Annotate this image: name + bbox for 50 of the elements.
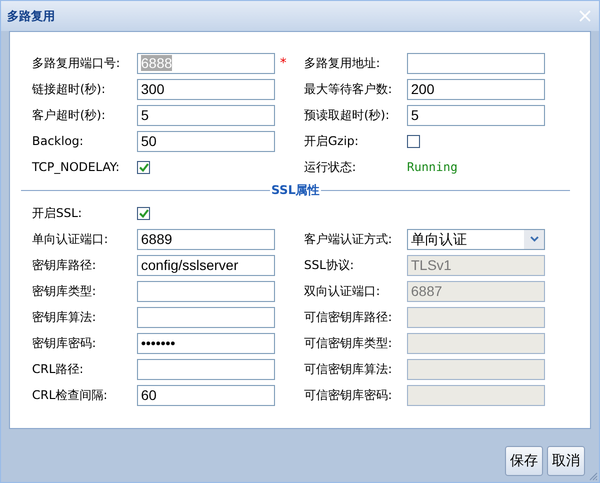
required-mark: * (279, 56, 286, 70)
input-field[interactable] (407, 52, 545, 74)
resize-grip-icon[interactable] (588, 471, 598, 481)
field-label: 可信密钥库路径: (304, 308, 394, 326)
field-label: 密钥库类型: (32, 282, 98, 300)
field-label: 客户端认证方式: (304, 230, 394, 248)
chevron-down-icon (530, 236, 538, 242)
field-label: TCP_NODELAY: (32, 160, 121, 174)
field-label: 最大等待客户数: (304, 80, 394, 98)
save-button[interactable]: 保存 (505, 446, 543, 476)
input-field[interactable]: 50 (137, 130, 275, 152)
field-label: 链接超时(秒): (32, 80, 106, 98)
input-field[interactable]: 200 (407, 78, 545, 100)
window-title: 多路复用 (7, 8, 55, 24)
field-label: 可信密钥库密码: (304, 386, 394, 404)
checkbox[interactable] (137, 160, 150, 174)
field-label: 多路复用端口号: (32, 54, 122, 72)
field-label: 多路复用地址: (304, 54, 382, 72)
input-field[interactable]: 300 (137, 78, 275, 100)
input-field[interactable] (137, 358, 275, 380)
input-field[interactable]: 6889 (137, 228, 275, 250)
checkbox[interactable] (407, 134, 420, 148)
field-label: 预读取超时(秒): (304, 106, 390, 124)
input-field[interactable] (137, 280, 275, 302)
password-field[interactable]: ••••••• (137, 332, 275, 354)
field-label: CRL检查间隔: (32, 386, 108, 404)
input-field[interactable]: 60 (137, 384, 275, 406)
cancel-button[interactable]: 取消 (547, 446, 585, 476)
input-field[interactable] (137, 306, 275, 328)
field-label: 密钥库路径: (32, 256, 98, 274)
field-label: 可信密钥库算法: (304, 360, 394, 378)
field-label: SSL协议: (304, 256, 355, 274)
field-label: 运行状态: (304, 158, 358, 176)
field-label: 单向认证端口: (32, 230, 110, 248)
field-label: 双向认证端口: (304, 282, 382, 300)
field-label: 客户超时(秒): (32, 106, 106, 124)
input-field[interactable]: 5 (137, 104, 275, 126)
field-label: CRL路径: (32, 360, 84, 378)
input-field[interactable]: 5 (407, 104, 545, 126)
status-text: Running (407, 160, 459, 174)
field-label: 开启SSL: (32, 204, 83, 222)
field-label: Backlog: (32, 134, 84, 148)
section-title: SSL属性 (270, 182, 321, 199)
field-label: 可信密钥库类型: (304, 334, 394, 352)
input-field[interactable]: config/sslserver (137, 254, 275, 276)
checkbox[interactable] (137, 206, 150, 220)
field-label: 密钥库密码: (32, 334, 98, 352)
dropdown-field[interactable]: 单向认证 (407, 228, 545, 250)
field-label: 开启Gzip: (304, 132, 360, 150)
field-label: 密钥库算法: (32, 308, 98, 326)
